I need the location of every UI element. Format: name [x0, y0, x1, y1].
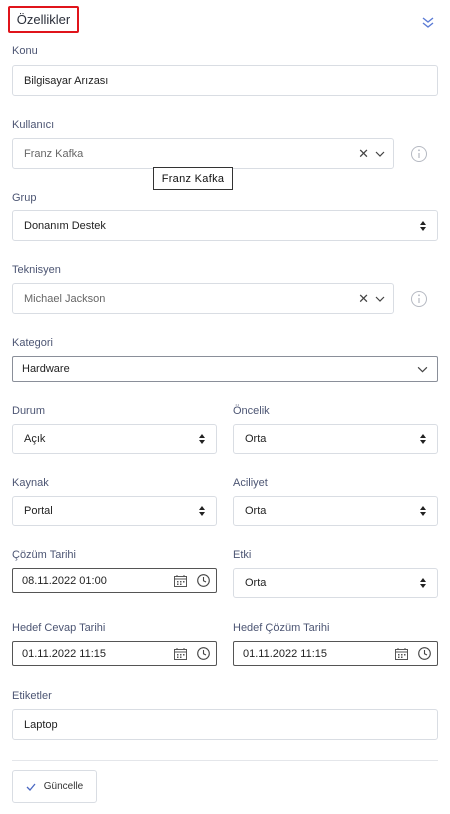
sort-arrows-icon [199, 434, 205, 444]
aciliyet-value: Orta [245, 505, 267, 517]
check-icon [26, 783, 36, 791]
etiketler-value: Laptop [24, 718, 58, 731]
divider [12, 760, 438, 761]
etiketler-label: Etiketler [12, 690, 52, 702]
konu-input[interactable]: Bilgisayar Arızası [12, 65, 438, 96]
kullanici-value: Franz Kafka [24, 147, 84, 160]
oncelik-select[interactable]: Orta [233, 424, 438, 454]
sort-arrows-icon [420, 506, 426, 516]
hedef-cozum-tarihi-input[interactable]: 01.11.2022 11:15 [233, 641, 438, 666]
kaynak-value: Portal [24, 505, 53, 517]
hedef-cevap-tarihi-input[interactable]: 01.11.2022 11:15 [12, 641, 217, 666]
kullanici-tooltip: Franz Kafka [153, 167, 233, 190]
durum-value: Açık [24, 433, 46, 445]
cozum-tarihi-value: 08.11.2022 01:00 [22, 574, 107, 587]
calendar-icon[interactable] [395, 647, 408, 660]
grup-value: Donanım Destek [24, 219, 106, 232]
durum-label: Durum [12, 405, 46, 417]
sort-arrows-icon [420, 220, 426, 231]
clear-icon[interactable]: ✕ [358, 292, 369, 305]
section-title: Özellikler [8, 6, 79, 33]
kullanici-label: Kullanıcı [12, 119, 55, 131]
kategori-select[interactable]: Hardware [12, 356, 438, 382]
calendar-icon[interactable] [174, 574, 187, 587]
teknisyen-label: Teknisyen [12, 264, 61, 276]
teknisyen-value: Michael Jackson [24, 292, 106, 305]
hedef-cozum-tarihi-value: 01.11.2022 11:15 [243, 647, 328, 660]
etki-label: Etki [233, 549, 252, 561]
calendar-icon[interactable] [174, 647, 187, 660]
cozum-tarihi-input[interactable]: 08.11.2022 01:00 [12, 568, 217, 593]
grup-label: Grup [12, 192, 37, 204]
teknisyen-select[interactable]: Michael Jackson ✕ [12, 283, 394, 314]
clock-icon[interactable] [418, 647, 431, 660]
kaynak-select[interactable]: Portal [12, 496, 217, 526]
konu-value: Bilgisayar Arızası [24, 74, 109, 87]
kullanici-select[interactable]: Franz Kafka ✕ [12, 138, 394, 169]
sort-arrows-icon [199, 506, 205, 516]
grup-select[interactable]: Donanım Destek [12, 210, 438, 241]
hedef-cozum-tarihi-label: Hedef Çözüm Tarihi [233, 622, 330, 634]
chevron-down-icon[interactable] [417, 366, 428, 373]
clear-icon[interactable]: ✕ [358, 147, 369, 160]
info-icon[interactable] [410, 290, 428, 308]
update-button-label: Güncelle [43, 781, 84, 792]
hedef-cevap-tarihi-value: 01.11.2022 11:15 [22, 647, 107, 660]
chevron-down-icon[interactable] [375, 296, 385, 302]
hedef-cevap-tarihi-label: Hedef Cevap Tarihi [12, 622, 106, 634]
clock-icon[interactable] [197, 574, 210, 587]
update-button[interactable]: Güncelle [12, 770, 97, 803]
chevron-down-icon[interactable] [375, 151, 385, 157]
kaynak-label: Kaynak [12, 477, 49, 489]
collapse-icon[interactable] [420, 14, 436, 30]
etki-value: Orta [245, 577, 267, 589]
durum-select[interactable]: Açık [12, 424, 217, 454]
kategori-label: Kategori [12, 337, 53, 349]
sort-arrows-icon [420, 578, 426, 588]
clock-icon[interactable] [197, 647, 210, 660]
aciliyet-select[interactable]: Orta [233, 496, 438, 526]
kategori-value: Hardware [22, 363, 70, 375]
cozum-tarihi-label: Çözüm Tarihi [12, 549, 76, 561]
etki-select[interactable]: Orta [233, 568, 438, 598]
konu-label: Konu [12, 45, 38, 57]
etiketler-input[interactable]: Laptop [12, 709, 438, 740]
oncelik-value: Orta [245, 433, 267, 445]
aciliyet-label: Aciliyet [233, 477, 268, 489]
oncelik-label: Öncelik [233, 405, 270, 417]
sort-arrows-icon [420, 434, 426, 444]
info-icon[interactable] [410, 145, 428, 163]
